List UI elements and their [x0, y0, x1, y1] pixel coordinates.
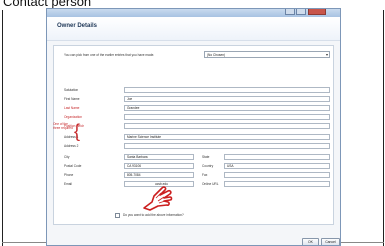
- pointing-hand-icon: [143, 186, 173, 211]
- organization-field[interactable]: [124, 114, 330, 120]
- minimize-icon[interactable]: [285, 9, 295, 15]
- postal-code-field[interactable]: CA 93106: [124, 163, 194, 169]
- phone-field[interactable]: 805-7084: [124, 172, 194, 178]
- city-field[interactable]: Santa Barbara: [124, 154, 194, 160]
- organization-label: Organization: [64, 115, 83, 119]
- phone-label: Phone: [64, 173, 74, 177]
- prefill-selected-value: (No Chosen): [207, 53, 226, 57]
- frame-border-left: [2, 10, 3, 246]
- fax-label: Fax: [202, 173, 208, 177]
- address2-label: Address 2: [64, 144, 79, 148]
- share-label: Do you want to add the above information…: [123, 213, 184, 217]
- online-url-label: Online URL: [202, 182, 219, 186]
- fax-field[interactable]: [224, 172, 330, 178]
- first-name-label: First Name: [64, 97, 80, 101]
- address2-field[interactable]: [124, 143, 330, 149]
- close-icon[interactable]: [308, 9, 326, 15]
- window-titlebar[interactable]: [47, 9, 340, 17]
- state-field[interactable]: [224, 154, 330, 160]
- country-field[interactable]: USA: [224, 163, 330, 169]
- email-label: Email: [64, 182, 72, 186]
- city-label: City: [64, 155, 70, 159]
- required-brace-icon: {: [74, 121, 81, 141]
- share-checkbox[interactable]: [115, 213, 120, 218]
- dialog-header: [47, 17, 340, 41]
- dialog-title: Owner Details: [57, 23, 98, 29]
- first-name-field[interactable]: Joe: [124, 96, 330, 102]
- salutation-label: Salutation: [64, 88, 79, 92]
- last-name-field[interactable]: Grandee: [124, 105, 330, 111]
- online-url-field[interactable]: [224, 181, 330, 187]
- salutation-field[interactable]: [124, 87, 330, 93]
- chevron-down-icon[interactable]: ▾: [326, 52, 328, 58]
- cancel-button[interactable]: Cancel: [321, 238, 340, 245]
- frame-border-right: [383, 10, 384, 246]
- country-label: Country: [202, 164, 214, 168]
- owner-details-window: Owner Details You can pick from one of t…: [46, 8, 341, 246]
- required-note: One of the three required: [53, 122, 73, 131]
- address1-field[interactable]: Marine Science Institute: [124, 134, 330, 140]
- prefill-dropdown[interactable]: (No Chosen) ▾: [204, 51, 330, 58]
- position-field[interactable]: [124, 123, 330, 129]
- postal-code-label: Postal Code: [64, 164, 82, 168]
- maximize-icon[interactable]: [296, 9, 306, 15]
- prefill-instructions: You can pick from one of the earlier ent…: [64, 53, 155, 57]
- state-label: State: [202, 155, 210, 159]
- last-name-label: Last Name: [64, 106, 80, 110]
- form-panel: You can pick from one of the earlier ent…: [53, 45, 334, 225]
- ok-button[interactable]: OK: [302, 238, 319, 245]
